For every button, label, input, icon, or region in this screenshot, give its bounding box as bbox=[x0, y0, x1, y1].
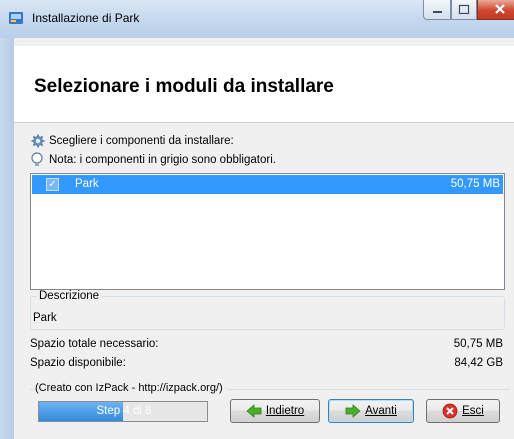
available-space-value: 84,42 GB bbox=[454, 357, 503, 369]
back-button-label: Indietro bbox=[265, 405, 305, 417]
title-bar[interactable]: Installazione di Park bbox=[0, 0, 514, 39]
quit-button[interactable]: Esci bbox=[426, 399, 500, 423]
next-button[interactable]: Avanti bbox=[328, 399, 414, 423]
arrow-left-icon bbox=[246, 403, 262, 419]
description-value: Park bbox=[33, 312, 57, 324]
page-title: Selezionare i moduli da installare bbox=[34, 76, 334, 97]
quit-button-label: Esci bbox=[462, 405, 484, 417]
description-group: Descrizione Park bbox=[30, 290, 505, 330]
pack-size: 50,75 MB bbox=[450, 178, 500, 190]
packs-list[interactable]: ✓ Park 50,75 MB bbox=[30, 173, 505, 290]
credit-label: (Creato con IzPack - http://izpack.org/) bbox=[35, 382, 227, 394]
close-circle-icon bbox=[442, 403, 458, 419]
pack-checkbox[interactable]: ✓ bbox=[46, 178, 59, 191]
pack-name: Park bbox=[75, 178, 99, 190]
choose-components-label: Scegliere i componenti da installare: bbox=[49, 135, 234, 147]
close-button[interactable] bbox=[477, 0, 514, 20]
close-icon bbox=[495, 4, 505, 14]
available-space-label: Spazio disponibile: bbox=[30, 357, 126, 369]
list-item[interactable]: ✓ Park 50,75 MB bbox=[32, 175, 503, 194]
lightbulb-icon bbox=[30, 152, 44, 168]
maximize-button[interactable] bbox=[451, 0, 477, 20]
minimize-button[interactable] bbox=[423, 0, 451, 20]
minimize-icon bbox=[433, 11, 442, 13]
required-space-label: Spazio totale necessario: bbox=[30, 338, 159, 350]
required-space-value: 50,75 MB bbox=[453, 338, 503, 350]
window-title: Installazione di Park bbox=[32, 11, 140, 25]
maximize-icon bbox=[458, 4, 470, 15]
step-progress-bar: Step 4 di 8 bbox=[38, 401, 208, 422]
next-button-label: Avanti bbox=[365, 405, 397, 417]
installer-window: Installazione di Park Selezionare i modu… bbox=[0, 0, 514, 439]
window-frame-left bbox=[0, 38, 14, 439]
arrow-right-icon bbox=[345, 403, 361, 419]
progress-label: Step 4 di 8 bbox=[96, 405, 152, 417]
page-header: Selezionare i moduli da installare bbox=[14, 46, 514, 123]
installer-icon bbox=[8, 10, 24, 26]
gear-icon bbox=[31, 134, 45, 148]
note-label: Nota: i componenti in grigio sono obblig… bbox=[49, 154, 276, 166]
back-button[interactable]: Indietro bbox=[230, 399, 320, 423]
description-legend: Descrizione bbox=[37, 290, 102, 302]
